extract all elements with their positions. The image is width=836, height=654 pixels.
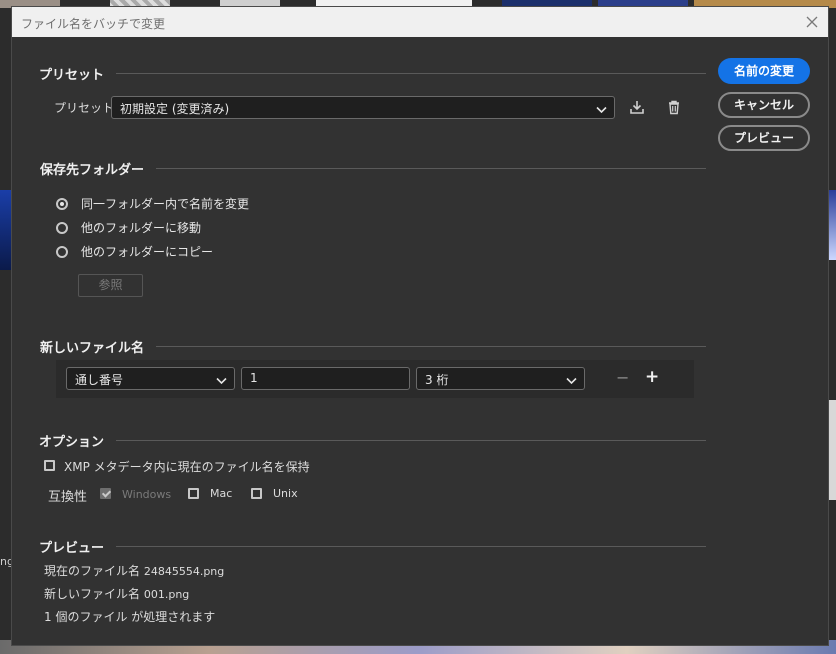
new-filename-heading: 新しいファイル名 [40,341,145,356]
divider [116,546,706,547]
preview-current-filename: 現在のファイル名 24845554.png [44,562,224,579]
mac-label: Mac [210,487,233,500]
keep-xmp-checkbox[interactable] [44,460,55,471]
radio-button[interactable] [56,221,68,234]
batch-rename-dialog: ファイル名をバッチで変更 プリセット プリセット 初期設定 (変更済み) 名前の… [11,6,829,646]
preset-select-value: 初期設定 (変更済み) [120,102,230,116]
windows-label: Windows [122,488,172,501]
cancel-button[interactable]: キャンセル [718,92,810,118]
radio-move-to-folder[interactable]: 他のフォルダーに移動 [56,219,201,236]
divider [156,168,706,169]
preset-heading: プリセット [39,68,105,83]
preset-label: プリセット [54,101,115,115]
radio-button[interactable] [56,245,68,258]
chevron-down-icon [566,374,577,385]
preset-select[interactable]: 初期設定 (変更済み) [111,96,615,119]
digits-value: 3 桁 [425,373,449,387]
remove-rule-button[interactable]: − [616,368,629,387]
preview-section-heading: プレビュー [39,537,706,556]
filename-type-select[interactable]: 通し番号 [66,367,235,390]
divider [156,346,706,347]
chevron-down-icon [596,103,607,114]
current-filename-label: 現在のファイル名 [44,564,141,578]
filename-type-value: 通し番号 [75,373,124,387]
chevron-down-icon [216,374,227,385]
windows-checkbox [100,488,111,499]
preset-section-heading: プリセット [39,64,706,83]
title-bar: ファイル名をバッチで変更 [12,7,828,37]
preview-button[interactable]: プレビュー [718,125,810,151]
new-filename-value: 001.png [143,588,190,601]
sequence-start-value: 1 [250,371,258,385]
divider [116,440,706,441]
close-icon[interactable] [802,12,822,32]
digits-select[interactable]: 3 桁 [416,367,585,390]
compat-label: 互換性 [48,490,88,505]
browse-button[interactable]: 参照 [78,274,143,297]
trash-icon[interactable] [667,100,681,118]
radio-rename-in-place[interactable]: 同一フォルダー内で名前を変更 [56,195,249,212]
destination-section-heading: 保存先フォルダー [40,159,706,178]
radio-copy-to-folder[interactable]: 他のフォルダーにコピー [56,243,213,260]
new-filename-section-heading: 新しいファイル名 [40,337,706,356]
radio-label: 他のフォルダーにコピー [81,245,214,259]
radio-label: 同一フォルダー内で名前を変更 [81,197,250,211]
destination-heading: 保存先フォルダー [40,163,145,178]
unix-checkbox[interactable] [251,488,262,499]
unix-label: Unix [273,487,298,500]
options-heading: オプション [39,435,105,450]
preview-heading: プレビュー [39,541,105,556]
options-section-heading: オプション [39,431,706,450]
mac-checkbox[interactable] [188,488,199,499]
dialog-title: ファイル名をバッチで変更 [21,17,166,31]
current-filename-value: 24845554.png [143,565,225,578]
radio-label: 他のフォルダーに移動 [81,221,202,235]
divider [116,73,706,74]
sequence-start-input[interactable]: 1 [241,367,410,390]
radio-button-selected[interactable] [56,197,68,210]
keep-xmp-label: XMP メタデータ内に現在のファイル名を保持 [64,460,310,474]
add-rule-button[interactable]: + [645,367,659,387]
save-icon[interactable] [629,100,645,118]
new-filename-label: 新しいファイル名 [44,587,141,601]
preview-new-filename: 新しいファイル名 001.png [44,585,189,602]
files-processed-count: 1 個のファイル が処理されます [44,610,216,624]
rename-button[interactable]: 名前の変更 [718,58,810,84]
